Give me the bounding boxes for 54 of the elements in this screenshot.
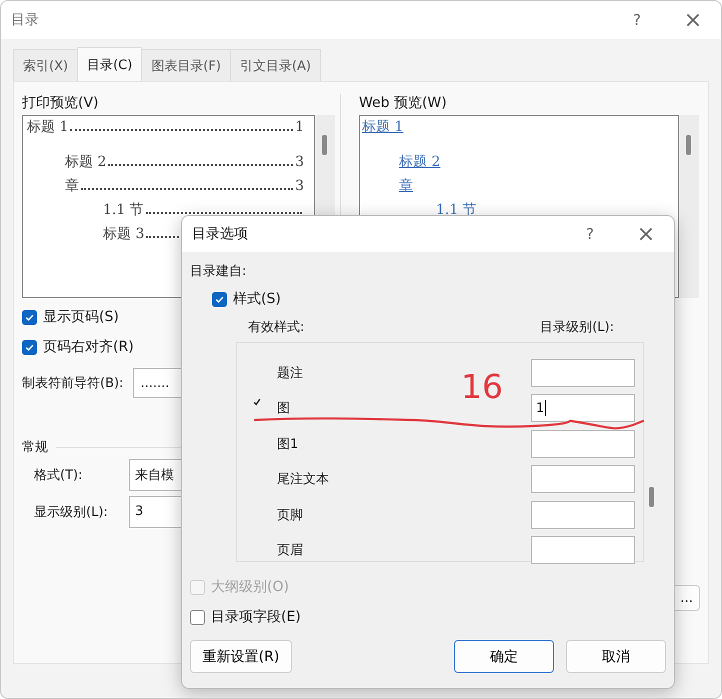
style-name[interactable]: 页眉: [277, 541, 531, 560]
level-input[interactable]: [531, 465, 635, 494]
checkbox[interactable]: [22, 340, 37, 354]
window-title: 目录: [11, 11, 40, 29]
page-number: 3: [295, 154, 304, 170]
preview-heading: 标题 1: [27, 118, 68, 136]
checkbox[interactable]: [22, 310, 37, 324]
checkbox-label: 显示页码(S): [43, 308, 119, 326]
level-input[interactable]: [531, 358, 635, 387]
page-number: 3: [295, 178, 304, 194]
preview-heading: 标题 3: [103, 225, 144, 243]
level-input[interactable]: [531, 500, 635, 529]
column-header: 有效样式:: [248, 319, 304, 337]
style-name[interactable]: 页脚: [277, 506, 531, 524]
column-header: 目录级别(L):: [540, 319, 614, 337]
level-input[interactable]: 1: [531, 394, 635, 422]
checkbox-label: 页码右对齐(R): [43, 338, 134, 356]
web-preview-label: Web 预览(W): [359, 94, 448, 112]
page-number: 1: [295, 119, 304, 135]
reset-button[interactable]: 重新设置(R): [190, 640, 292, 673]
checkbox-label: 目录项字段(E): [211, 608, 301, 626]
help-button[interactable]: ?: [609, 4, 665, 36]
preview-heading: 章: [65, 177, 79, 195]
dialog-title: 目录选项: [192, 225, 249, 243]
preview-link[interactable]: 章: [399, 177, 413, 195]
close-button[interactable]: ×: [665, 4, 721, 36]
field-label: 格式(T):: [34, 466, 84, 484]
checkbox[interactable]: [212, 292, 227, 306]
checkbox[interactable]: [190, 610, 205, 624]
preview-heading: 1.1 节: [103, 201, 144, 219]
help-button[interactable]: ?: [562, 218, 618, 250]
field-label: 显示级别(L):: [34, 504, 109, 520]
tab-leader-label: 制表符前导符(B):: [22, 375, 124, 392]
print-preview-label: 打印预览(V): [22, 94, 100, 112]
level-input[interactable]: [531, 536, 635, 564]
section-label: 目录建自:: [190, 263, 248, 280]
close-button[interactable]: ×: [618, 218, 674, 250]
tab[interactable]: 图表目录(F): [141, 49, 231, 81]
checkbox-label: 样式(S): [233, 290, 281, 308]
style-name[interactable]: 图1: [277, 434, 531, 453]
scrollbar[interactable]: [679, 115, 699, 298]
checkbox-label: 大纲级别(O): [211, 578, 289, 596]
section-title: 常规: [22, 439, 48, 456]
tab[interactable]: 目录(C): [77, 47, 142, 81]
ok-button[interactable]: 确定: [454, 640, 554, 673]
style-name[interactable]: 尾注文本: [277, 470, 531, 488]
tab[interactable]: 引文目录(A): [230, 49, 321, 81]
preview-link[interactable]: 标题 1: [362, 118, 404, 136]
tab[interactable]: 索引(X): [13, 49, 78, 81]
preview-link[interactable]: 1.1 节: [436, 201, 477, 219]
preview-heading: 标题 2: [65, 153, 106, 171]
preview-link[interactable]: 标题 2: [399, 153, 440, 171]
cancel-button[interactable]: 取消: [566, 640, 666, 673]
level-input[interactable]: [531, 430, 635, 458]
